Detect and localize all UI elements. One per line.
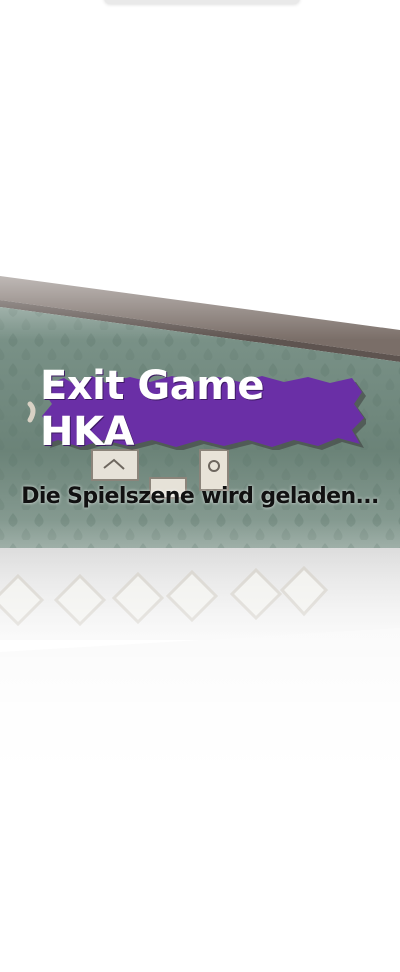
top-handle xyxy=(104,0,300,4)
title-badge: Exit Game HKA xyxy=(40,363,366,455)
game-title: Exit Game HKA xyxy=(40,363,265,455)
fade-overlay-top xyxy=(0,0,400,340)
fade-overlay-bottom xyxy=(0,520,400,780)
loading-status: Die Spielszene wird geladen... xyxy=(21,484,379,509)
loading-screen: Exit Game HKA Die Spielszene wird gelade… xyxy=(0,0,400,972)
wall-sconce-icon xyxy=(27,401,36,423)
